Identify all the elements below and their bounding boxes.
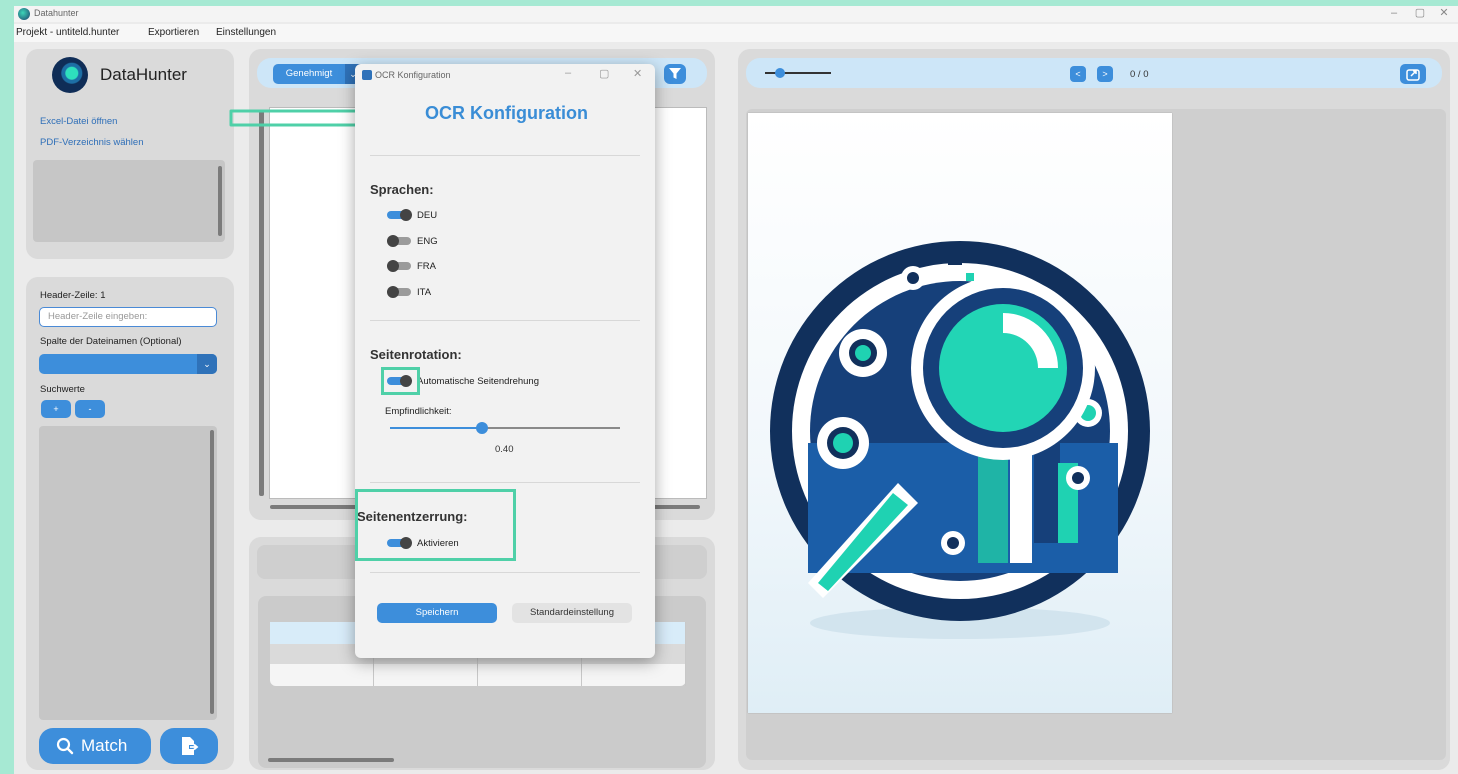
filename-column-label: Spalte der Dateinamen (Optional) [40,336,182,347]
language-label-ita: ITA [417,287,432,298]
sensitivity-slider-fill [390,427,482,429]
divider [370,482,640,483]
save-button[interactable]: Speichern [377,603,497,623]
dialog-minimize-button[interactable]: – [565,67,571,79]
viewer-toolbar [746,58,1442,88]
sensitivity-slider-knob[interactable] [476,422,488,434]
language-label-fra: FRA [417,261,436,272]
app-globe-icon [18,8,30,20]
zoom-slider-knob[interactable] [775,68,785,78]
chevron-down-icon: ⌄ [197,354,217,374]
toggle-ita[interactable] [387,286,413,298]
minimize-button[interactable]: – [1382,6,1406,20]
window-title: Datahunter [34,8,79,18]
auto-rotation-label: Automatische Seitendrehung [417,376,539,387]
page-image [748,113,1172,713]
default-settings-button[interactable]: Standardeinstellung [512,603,632,623]
app-name: DataHunter [100,65,187,84]
page-counter: 0 / 0 [1130,69,1149,80]
choose-pdf-dir-link[interactable]: PDF-Verzeichnis wählen [40,137,144,148]
remove-search-value-button[interactable]: - [75,400,105,418]
menu-project[interactable]: Projekt - untiteld.hunter [16,27,119,38]
search-values-label: Suchwerte [40,384,85,395]
share-icon [1406,69,1420,81]
document-vertical-scrollbar[interactable] [259,110,264,496]
header-row-label: Header-Zeile: 1 [40,290,106,301]
maximize-button[interactable]: ▢ [1408,6,1432,20]
toggle-eng[interactable] [387,235,413,247]
divider [370,572,640,573]
title-bar: Datahunter – ▢ ✕ [14,6,1458,22]
language-label-eng: ENG [417,236,438,247]
dialog-close-button[interactable]: ✕ [633,67,642,80]
datahunter-illustration-icon [770,241,1150,639]
filter-icon [669,68,681,79]
dialog-heading: OCR Konfiguration [425,103,588,123]
table-row[interactable] [270,664,686,686]
divider [370,155,640,156]
filename-column-dropdown[interactable]: ⌄ [39,354,217,374]
search-values-scrollbar[interactable] [210,430,214,714]
languages-title: Sprachen: [370,182,434,197]
match-label: Match [81,736,128,755]
file-export-icon [182,737,199,755]
sensitivity-label: Empfindlichkeit: [385,406,452,417]
divider [370,320,640,321]
open-excel-link[interactable]: Excel-Datei öffnen [40,116,117,127]
toggle-deu[interactable] [387,209,413,221]
header-row-input[interactable]: Header-Zeile eingeben: [39,307,217,327]
menu-settings[interactable]: Einstellungen [216,27,276,38]
results-horizontal-scrollbar[interactable] [268,758,394,762]
datahunter-logo-icon [52,57,88,93]
menu-export[interactable]: Exportieren [148,27,199,38]
prev-page-button[interactable]: < [1070,66,1086,82]
status-select[interactable]: Genehmigt [273,64,345,84]
menu-bar: Projekt - untiteld.hunter Exportieren Ei… [14,24,1458,42]
file-list-scrollbar[interactable] [218,166,222,236]
filter-button[interactable] [664,64,686,84]
match-button[interactable]: Match [39,728,151,764]
next-page-button[interactable]: > [1097,66,1113,82]
close-button[interactable]: ✕ [1432,6,1456,20]
file-list[interactable] [33,160,225,242]
highlight-auto-rotation [381,367,420,395]
sensitivity-slider[interactable] [390,422,620,434]
sensitivity-value: 0.40 [495,444,514,455]
dialog-maximize-button[interactable]: ▢ [599,67,609,80]
add-search-value-button[interactable]: + [41,400,71,418]
search-values-list[interactable] [39,426,217,720]
dialog-window-title: OCR Konfiguration [375,70,451,80]
highlight-deskew-section [355,489,516,561]
dialog-app-icon [362,70,372,80]
toggle-fra[interactable] [387,260,413,272]
ocr-config-dialog: OCR Konfiguration – ▢ ✕ OCR Konfiguratio… [355,64,655,658]
search-icon [56,737,74,755]
rotation-title: Seitenrotation: [370,347,462,362]
export-file-button[interactable] [160,728,218,764]
share-button[interactable] [1400,64,1426,84]
language-label-deu: DEU [417,210,438,221]
